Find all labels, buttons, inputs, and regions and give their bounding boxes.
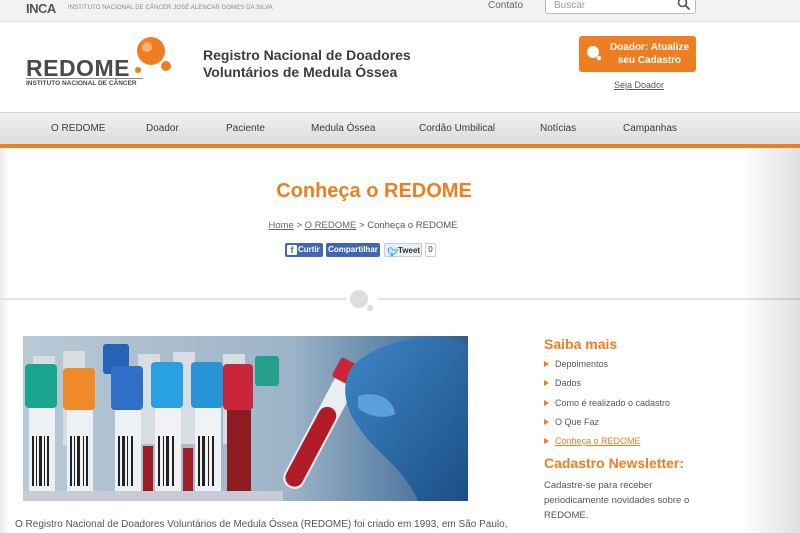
sidebar-item-depoimentos[interactable]: Depoimentos [544, 359, 608, 369]
update-register-button[interactable]: Doador: Atualize seu Cadastro [579, 36, 696, 72]
sidebar-item-cadastro[interactable]: Como é realizado o cadastro [544, 398, 670, 408]
section-divider [0, 298, 346, 300]
like-label: Curtir [298, 245, 320, 254]
page-title: Conheça o REDOME [276, 180, 472, 202]
left-shade [0, 148, 10, 533]
facebook-like-button[interactable]: f Curtir [285, 243, 323, 257]
sidebar-item-label: Dados [555, 378, 582, 388]
contato-link[interactable]: Contato [488, 0, 523, 11]
arrow-right-icon [544, 400, 549, 406]
inca-logo[interactable]: INCA [26, 1, 56, 16]
logo-subtitle: INSTITUTO NACIONAL DE CÂNCER [26, 80, 137, 87]
share-label: Compartilhar [328, 245, 378, 254]
sidebar-item-label: Conheça o REDOME [555, 436, 641, 446]
top-bar: INCA INSTITUTO NACIONAL DE CÂNCER JOSÉ A… [0, 0, 800, 22]
main-nav: O REDOME Doador Paciente Medula Óssea Co… [0, 112, 800, 144]
arrow-right-icon [544, 361, 549, 367]
sidebar-item-label: Depoimentos [555, 359, 609, 369]
breadcrumb-current: Conheça o REDOME [367, 220, 458, 231]
right-shade [740, 148, 800, 533]
update-register-label: Doador: Atualize seu Cadastro [609, 42, 690, 66]
sidebar-item-o-que-faz[interactable]: O Que Faz [544, 417, 599, 427]
twitter-icon: 🐦︎ [387, 247, 399, 257]
tweet-label: Tweet [398, 246, 421, 255]
blood-tubes-photo [23, 336, 468, 501]
breadcrumb-separator: > [293, 220, 305, 231]
site-title: Registro Nacional de Doadores Voluntário… [203, 47, 411, 80]
sidebar-title: Saiba mais [544, 336, 618, 352]
nav-item-paciente[interactable]: Paciente [226, 123, 265, 134]
search-input[interactable] [545, 0, 696, 14]
drop-logo-icon [135, 37, 171, 73]
nav-item-doador[interactable]: Doador [146, 123, 179, 134]
breadcrumb-o-redome[interactable]: O REDOME [305, 220, 357, 231]
nav-item-campanhas[interactable]: Campanhas [623, 123, 677, 134]
tweet-button[interactable]: 🐦︎ Tweet [384, 243, 422, 257]
breadcrumb: Home > O REDOME > Conheça o REDOME [0, 220, 726, 231]
drop-divider-icon [350, 290, 374, 312]
newsletter-text: Cadastre-se para receber periodicamente … [544, 480, 690, 521]
sidebar-item-dados[interactable]: Dados [544, 378, 581, 388]
nav-item-o-redome[interactable]: O REDOME [51, 123, 105, 134]
newsletter-title: Cadastro Newsletter: [544, 455, 685, 471]
inca-subtitle: INSTITUTO NACIONAL DE CÂNCER JOSÉ ALENCA… [68, 5, 273, 11]
search-icon[interactable] [677, 0, 691, 11]
sidebar-item-label: Como é realizado o cadastro [555, 398, 671, 408]
arrow-right-icon [544, 380, 549, 386]
breadcrumb-separator: > [356, 220, 368, 231]
section-divider [378, 298, 800, 300]
sidebar-item-label: O Que Faz [555, 417, 600, 427]
seja-doador-link[interactable]: Seja Doador [614, 80, 664, 90]
nav-item-cordao-umbilical[interactable]: Cordão Umbilical [419, 123, 495, 134]
arrow-right-icon [544, 419, 549, 425]
breadcrumb-home[interactable]: Home [268, 220, 293, 231]
nav-item-noticias[interactable]: Notícias [540, 123, 576, 134]
arrow-right-icon [544, 438, 549, 444]
sidebar-item-conheca[interactable]: Conheça o REDOME [544, 436, 641, 446]
facebook-icon: f [287, 245, 297, 255]
logo-divider [26, 78, 143, 79]
tweet-count: 0 [425, 243, 436, 257]
drop-icon [587, 46, 602, 61]
facebook-share-button[interactable]: Compartilhar [326, 243, 380, 257]
site-header: REDOME INSTITUTO NACIONAL DE CÂNCER Regi… [0, 22, 800, 112]
nav-item-medula-ossea[interactable]: Medula Óssea [311, 123, 375, 134]
intro-paragraph: O Registro Nacional de Doadores Voluntár… [15, 519, 508, 530]
